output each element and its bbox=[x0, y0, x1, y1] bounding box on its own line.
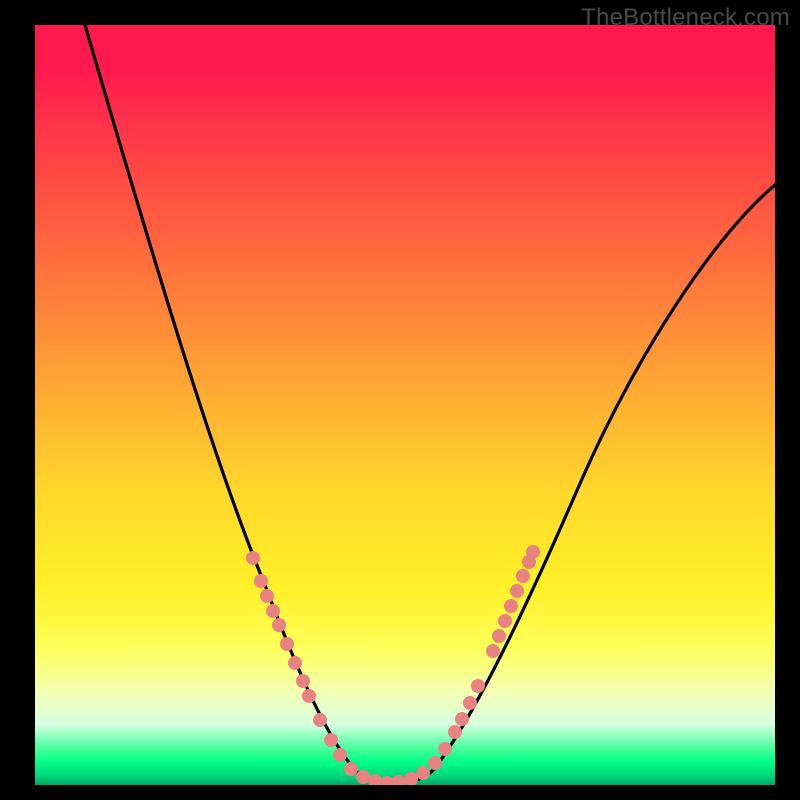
data-marker bbox=[324, 733, 338, 747]
data-marker bbox=[296, 674, 310, 688]
data-marker bbox=[344, 762, 358, 776]
bottleneck-curve bbox=[85, 25, 775, 783]
data-marker bbox=[448, 725, 462, 739]
data-marker bbox=[428, 756, 442, 770]
data-marker bbox=[380, 776, 394, 785]
bottleneck-curve bbox=[85, 25, 775, 783]
watermark-text: TheBottleneck.com bbox=[581, 4, 790, 32]
plot-area bbox=[35, 25, 775, 785]
bottleneck-curve bbox=[85, 25, 775, 783]
chart-frame: TheBottleneck.com bbox=[0, 0, 800, 800]
data-marker bbox=[313, 713, 327, 727]
data-marker bbox=[266, 604, 280, 618]
data-marker bbox=[516, 569, 530, 583]
data-marker bbox=[404, 772, 418, 785]
data-marker bbox=[510, 584, 524, 598]
data-marker bbox=[272, 618, 286, 632]
data-marker bbox=[333, 748, 347, 762]
data-marker bbox=[288, 656, 302, 670]
chart-svg bbox=[35, 25, 775, 785]
data-marker bbox=[280, 637, 294, 651]
data-marker bbox=[356, 770, 370, 784]
data-marker bbox=[392, 775, 406, 785]
data-marker bbox=[246, 551, 260, 565]
data-marker bbox=[254, 574, 268, 588]
data-marker bbox=[504, 599, 518, 613]
curve-group bbox=[85, 25, 775, 783]
data-marker bbox=[492, 629, 506, 643]
data-marker bbox=[463, 696, 477, 710]
bottleneck-curve bbox=[85, 25, 775, 783]
data-marker bbox=[438, 742, 452, 756]
data-marker bbox=[498, 614, 512, 628]
data-marker bbox=[455, 712, 469, 726]
data-marker bbox=[302, 689, 316, 703]
data-marker bbox=[526, 545, 540, 559]
data-marker bbox=[471, 679, 485, 693]
bottleneck-curve bbox=[85, 25, 775, 783]
bottleneck-curve bbox=[85, 25, 775, 783]
data-marker bbox=[416, 766, 430, 780]
data-marker bbox=[260, 589, 274, 603]
data-marker bbox=[368, 774, 382, 785]
data-marker bbox=[486, 644, 500, 658]
